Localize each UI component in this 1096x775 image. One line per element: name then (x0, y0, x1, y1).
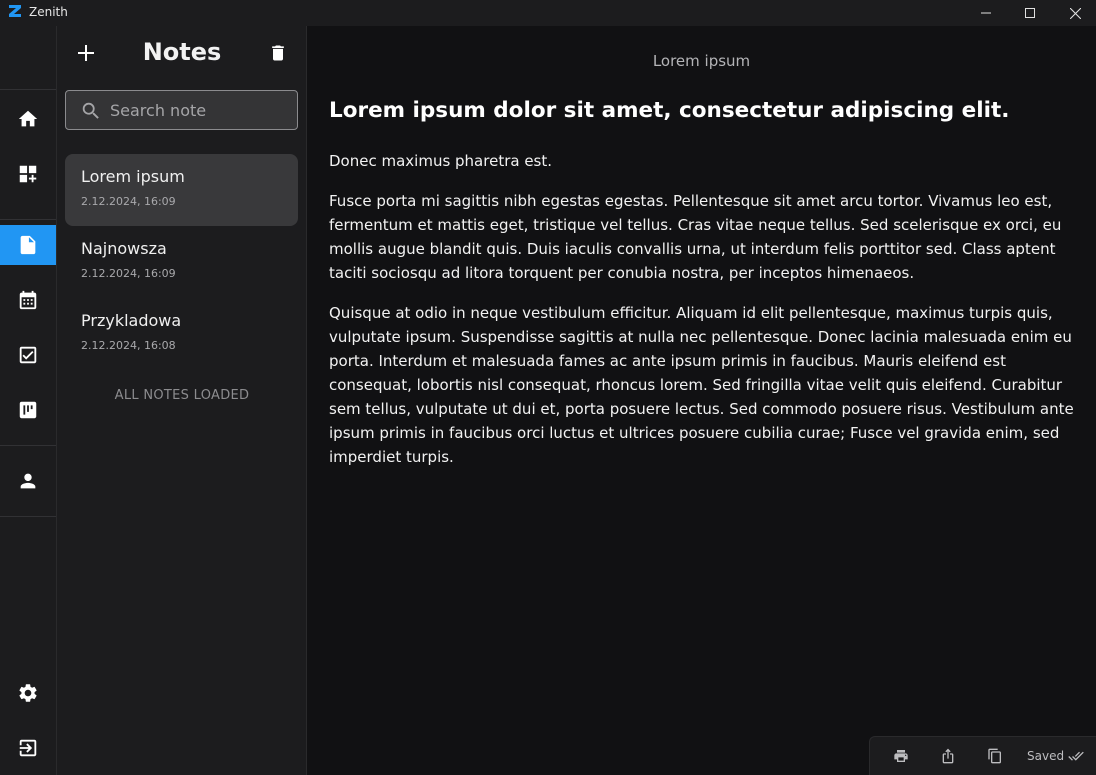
app-title: Zenith (29, 5, 68, 19)
search-icon (82, 102, 99, 119)
nav-logout-button[interactable] (0, 728, 56, 768)
add-widget-icon (19, 165, 37, 183)
note-item-title: Przykladowa (81, 311, 182, 330)
search-box (65, 90, 298, 130)
home-icon (18, 110, 38, 127)
settings-icon (19, 684, 37, 702)
maximize-button[interactable] (1007, 0, 1053, 26)
nav-dashboard-button[interactable] (0, 154, 56, 194)
note-list-item[interactable]: Przykladowa 2.12.2024, 16:08 (65, 298, 298, 370)
copy-icon (988, 748, 1001, 764)
note-item-date: 2.12.2024, 16:09 (81, 195, 176, 208)
trash-icon (272, 45, 284, 61)
notes-icon (20, 235, 36, 255)
maximize-icon (1025, 8, 1035, 18)
rail-divider (0, 516, 56, 517)
rail-divider (0, 89, 56, 90)
checkbox-icon (19, 346, 37, 364)
person-icon (20, 473, 36, 489)
nav-settings-button[interactable] (0, 673, 56, 713)
calendar-icon (19, 290, 37, 310)
note-list-item[interactable]: Lorem ipsum 2.12.2024, 16:09 (65, 154, 298, 226)
nav-home-button[interactable] (0, 99, 56, 139)
editor-footer-bar: Saved (869, 736, 1096, 775)
close-button[interactable] (1052, 0, 1096, 26)
note-paragraph[interactable]: Quisque at odio in neque vestibulum effi… (329, 301, 1081, 469)
print-button[interactable] (892, 747, 910, 765)
app-logo-icon (9, 5, 21, 17)
save-status-label: Saved (1027, 749, 1065, 763)
note-item-date: 2.12.2024, 16:08 (81, 339, 176, 352)
nav-profile-button[interactable] (0, 461, 56, 501)
all-notes-loaded-label: ALL NOTES LOADED (114, 388, 250, 403)
title-bar: Zenith (0, 0, 1096, 26)
nav-tasks-button[interactable] (0, 335, 56, 375)
rail-divider (0, 219, 56, 220)
nav-rail (0, 26, 57, 775)
note-title-header[interactable]: Lorem ipsum (307, 52, 1096, 70)
note-paragraph[interactable]: Fusce porta mi sagittis nibh egestas ege… (329, 189, 1081, 285)
minimize-icon (981, 12, 991, 14)
double-check-icon (1068, 751, 1084, 761)
note-list-item[interactable]: Najnowsza 2.12.2024, 16:09 (65, 226, 298, 298)
kanban-icon (19, 401, 37, 419)
search-input[interactable] (110, 91, 290, 129)
notes-panel: Notes Lorem ipsum 2.12.2024, 16:09 Najno… (57, 26, 307, 775)
minimize-button[interactable] (963, 0, 1009, 26)
printer-icon (894, 750, 908, 762)
share-button[interactable] (939, 747, 957, 765)
logout-icon (19, 739, 37, 757)
note-item-title: Najnowsza (81, 239, 167, 258)
note-item-title: Lorem ipsum (81, 167, 185, 186)
copy-button[interactable] (986, 747, 1004, 765)
rail-divider (0, 445, 56, 446)
nav-kanban-button[interactable] (0, 390, 56, 430)
note-paragraph[interactable]: Donec maximus pharetra est. (329, 149, 1081, 173)
nav-calendar-button[interactable] (0, 280, 56, 320)
note-heading[interactable]: Lorem ipsum dolor sit amet, consectetur … (329, 98, 1081, 123)
close-icon (1069, 7, 1081, 19)
note-item-date: 2.12.2024, 16:09 (81, 267, 176, 280)
nav-notes-button[interactable] (0, 225, 56, 265)
delete-note-button[interactable] (266, 41, 290, 65)
note-content[interactable]: Lorem ipsum dolor sit amet, consectetur … (329, 98, 1081, 485)
share-icon (942, 748, 954, 764)
note-editor: Lorem ipsum Lorem ipsum dolor sit amet, … (307, 26, 1096, 775)
